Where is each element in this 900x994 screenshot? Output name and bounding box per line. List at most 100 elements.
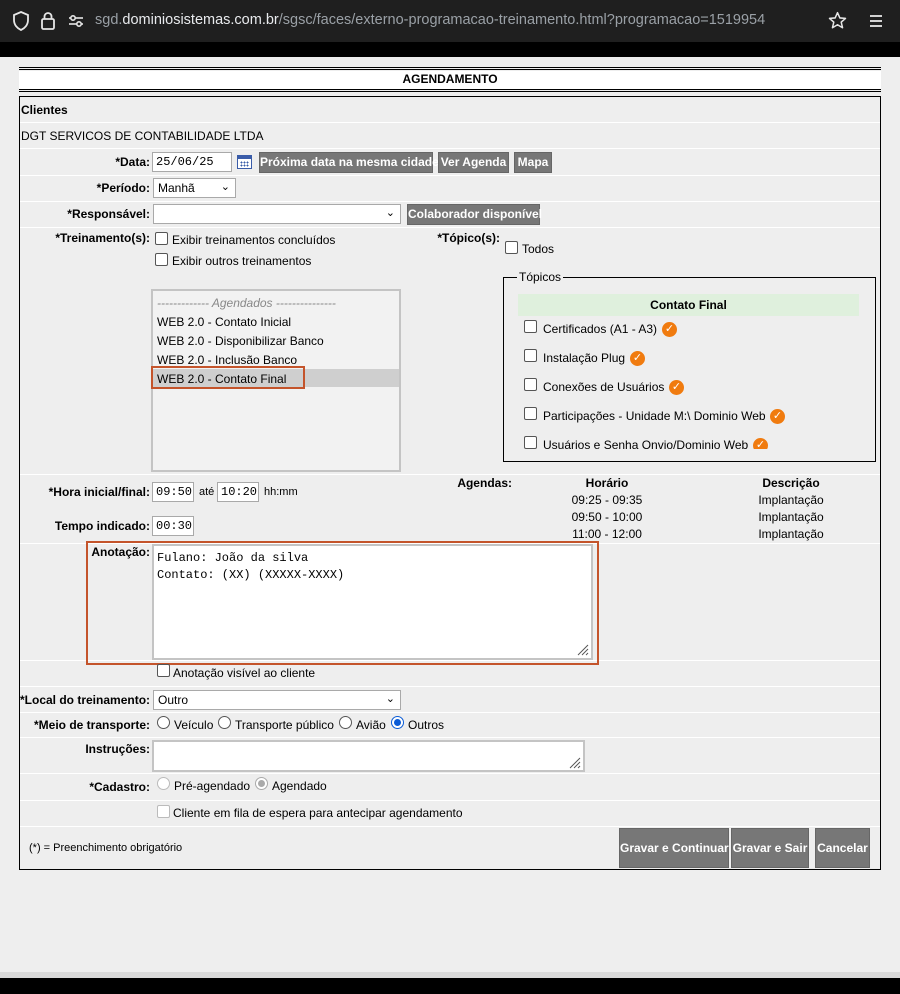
chevron-down-icon: ⌄	[385, 207, 395, 219]
show-other-checkbox[interactable]	[155, 253, 168, 266]
instructions-textarea[interactable]	[152, 740, 585, 772]
next-date-button[interactable]: Próxima data na mesma cidade	[259, 152, 439, 173]
period-select[interactable]: Manhã ⌄	[153, 178, 236, 198]
show-completed-checkbox[interactable]	[155, 232, 168, 245]
annotation-visible-checkbox[interactable]	[157, 664, 170, 677]
site-settings-icon[interactable]	[67, 12, 85, 35]
all-topics-label: Todos	[522, 242, 555, 256]
responsavel-label: *Responsável:	[67, 207, 150, 221]
time-format-label: hh:mm	[264, 486, 298, 498]
check-badge-icon: ✓	[630, 351, 645, 366]
topic-checkbox[interactable]	[524, 407, 537, 420]
period-value: Manhã	[158, 181, 195, 195]
cadastro-label: *Cadastro:	[89, 780, 150, 794]
list-group-label: ------------- Agendados ---------------	[157, 296, 336, 310]
map-button[interactable]: Mapa	[514, 152, 552, 173]
schedule-col-description: Descrição	[762, 476, 820, 490]
show-other-label: Exibir outros treinamentos	[172, 254, 312, 268]
browser-strip	[0, 42, 900, 57]
row-divider	[20, 773, 880, 774]
treinamentos-label: *Treinamento(s):	[55, 231, 150, 245]
highlight-box	[86, 541, 599, 665]
star-icon[interactable]	[828, 11, 847, 35]
hora-label: *Hora inicial/final:	[48, 485, 150, 499]
waitlist-checkbox[interactable]	[157, 805, 170, 818]
url-prefix: sgd.	[95, 12, 123, 28]
row-divider	[20, 148, 880, 149]
instrucoes-label: Instruções:	[85, 742, 150, 756]
radio-vehicle[interactable]	[157, 716, 170, 729]
end-time-input[interactable]: 10:20	[217, 482, 259, 502]
row-divider	[20, 122, 880, 123]
radio-public-transport[interactable]	[218, 716, 231, 729]
schedule-description: Implantação	[758, 493, 824, 507]
time-indicated-input: 00:30	[152, 516, 194, 536]
row-divider	[20, 474, 880, 475]
schedule-description: Implantação	[758, 527, 824, 541]
view-agenda-button[interactable]: Ver Agenda	[438, 152, 509, 173]
date-input[interactable]: 25/06/25	[152, 152, 232, 172]
shield-icon[interactable]	[12, 11, 30, 36]
location-select[interactable]: Outro ⌄	[153, 690, 401, 710]
row-divider	[20, 227, 880, 228]
topics-header: Contato Final	[518, 294, 859, 316]
radio-vehicle-label: Veículo	[174, 718, 214, 732]
topic-checkbox[interactable]	[524, 378, 537, 391]
save-exit-button[interactable]: Gravar e Sair	[731, 828, 809, 868]
row-divider	[20, 712, 880, 713]
until-label: até	[199, 486, 215, 498]
cancel-button[interactable]: Cancelar	[815, 828, 870, 868]
list-item[interactable]: WEB 2.0 - Inclusão Banco	[157, 353, 297, 367]
schedule-time: 09:25 - 09:35	[571, 493, 643, 507]
topic-checkbox[interactable]	[524, 320, 537, 333]
title-rule	[19, 67, 881, 70]
location-value: Outro	[158, 693, 189, 707]
taskbar-strip	[0, 978, 900, 994]
transporte-label: *Meio de transporte:	[33, 718, 150, 732]
radio-scheduled-label: Agendado	[272, 779, 327, 793]
check-badge-icon: ✓	[753, 438, 768, 449]
save-continue-button[interactable]: Gravar e Continuar	[619, 828, 729, 868]
periodo-label: *Período:	[96, 181, 150, 195]
row-divider	[20, 800, 880, 801]
list-item[interactable]: WEB 2.0 - Contato Inicial	[157, 315, 291, 329]
row-divider	[20, 737, 880, 738]
agendas-label: Agendas:	[457, 476, 512, 490]
row-divider	[20, 826, 880, 827]
topic-label: Usuários e Senha Onvio/Dominio Web	[543, 438, 749, 449]
topic-checkbox[interactable]	[524, 436, 537, 449]
waitlist-label: Cliente em fila de espera para antecipar…	[173, 806, 463, 820]
lock-icon[interactable]	[40, 11, 56, 36]
radio-scheduled[interactable]	[255, 777, 268, 790]
check-badge-icon: ✓	[669, 380, 684, 395]
clientes-label: Clientes	[21, 103, 68, 117]
url-domain: dominiosistemas.com.br	[122, 12, 279, 28]
radio-other-label: Outros	[408, 718, 445, 732]
data-label: *Data:	[115, 155, 150, 169]
address-bar[interactable]: sgd.dominiosistemas.com.br/sgsc/faces/ex…	[95, 12, 765, 28]
check-badge-icon: ✓	[662, 322, 677, 337]
chevron-down-icon: ⌄	[385, 693, 395, 705]
list-item[interactable]: WEB 2.0 - Disponibilizar Banco	[157, 334, 324, 348]
page-title: AGENDAMENTO	[19, 71, 881, 89]
radio-plane[interactable]	[339, 716, 352, 729]
menu-icon[interactable]	[869, 13, 883, 33]
topic-checkbox[interactable]	[524, 349, 537, 362]
topic-label: Instalação Plug	[543, 351, 626, 365]
start-time-input[interactable]: 09:50	[152, 482, 194, 502]
tempo-label: Tempo indicado:	[54, 519, 150, 533]
resize-grip-icon[interactable]	[569, 757, 581, 769]
row-divider	[20, 686, 880, 687]
check-badge-icon: ✓	[770, 409, 785, 424]
calendar-icon[interactable]	[237, 155, 252, 169]
row-divider	[20, 201, 880, 202]
all-topics-checkbox[interactable]	[505, 241, 518, 254]
radio-other[interactable]	[391, 716, 404, 729]
topic-label: Conexões de Usuários	[543, 380, 665, 394]
show-completed-label: Exibir treinamentos concluídos	[172, 233, 336, 247]
available-collaborator-button[interactable]: Colaborador disponível	[407, 204, 542, 225]
radio-pre-scheduled[interactable]	[157, 777, 170, 790]
schedule-time: 11:00 - 12:00	[572, 527, 642, 541]
responsible-select[interactable]: ⌄	[153, 204, 401, 224]
chevron-down-icon: ⌄	[220, 181, 230, 193]
